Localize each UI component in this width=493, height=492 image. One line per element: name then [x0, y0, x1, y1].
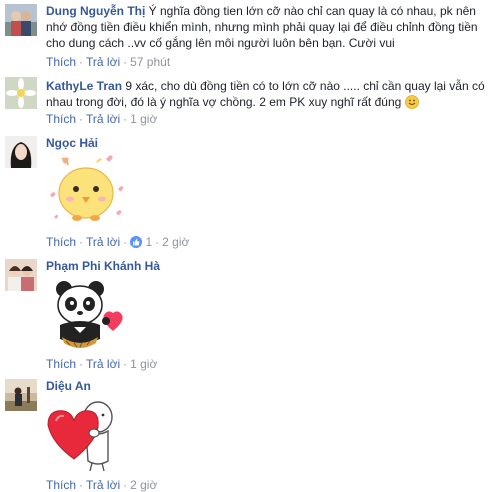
separator: · [123, 235, 128, 249]
comment-text-block: Ngọc Hải [46, 135, 486, 151]
comment-actions: Thích · Trả lời · 1 giờ [46, 357, 157, 371]
avatar[interactable] [5, 4, 37, 36]
comment-text-block: Phạm Phi Khánh Hà [46, 258, 486, 274]
heart-hug-sticker [46, 397, 118, 476]
comment-actions: Thích · Trả lời · 2 giờ [46, 478, 157, 492]
reply-link[interactable]: Trả lời [86, 478, 120, 492]
comment-timestamp[interactable]: 57 phút [130, 55, 170, 69]
chick-sticker [46, 153, 126, 232]
separator: · [79, 357, 84, 371]
avatar[interactable] [5, 259, 37, 291]
reply-link[interactable]: Trả lời [86, 235, 120, 249]
smile-emoji-icon [404, 95, 419, 109]
separator: · [123, 112, 128, 126]
reply-link[interactable]: Trả lời [86, 112, 120, 126]
like-link[interactable]: Thích [46, 357, 76, 371]
comment-timestamp[interactable]: 2 giờ [130, 478, 157, 492]
comment-author[interactable]: Diệu An [46, 379, 91, 393]
avatar[interactable] [5, 379, 37, 411]
avatar[interactable] [5, 136, 37, 168]
comment-text-block: Diệu An [46, 378, 486, 394]
comment-actions: Thích · Trả lời · 1 · 2 giờ [46, 235, 189, 249]
like-link[interactable]: Thích [46, 55, 76, 69]
comment-author[interactable]: Ngọc Hải [46, 136, 98, 150]
like-link[interactable]: Thích [46, 235, 76, 249]
comment-author[interactable]: KathyLe Tran [46, 79, 122, 93]
panda-sticker [46, 277, 130, 358]
comment-text-block: Dung Nguyễn Thị Ý nghĩa đồng tien lớn cỡ… [46, 3, 486, 51]
comment-author[interactable]: Phạm Phi Khánh Hà [46, 259, 160, 273]
comment-actions: Thích · Trả lời · 57 phút [46, 55, 170, 69]
separator: · [123, 357, 128, 371]
separator: · [79, 55, 84, 69]
comment-text-block: KathyLe Tran 9 xác, cho dù đồng tiền có … [46, 78, 486, 110]
separator: · [79, 478, 84, 492]
like-link[interactable]: Thích [46, 478, 76, 492]
comment-timestamp[interactable]: 1 giờ [130, 112, 157, 126]
separator: · [155, 235, 160, 249]
separator: · [123, 55, 128, 69]
avatar[interactable] [5, 77, 37, 109]
comment-timestamp[interactable]: 1 giờ [130, 357, 157, 371]
like-count[interactable]: 1 [145, 235, 152, 249]
separator: · [79, 112, 84, 126]
comment-timestamp[interactable]: 2 giờ [162, 235, 189, 249]
separator: · [123, 478, 128, 492]
reply-link[interactable]: Trả lời [86, 55, 120, 69]
like-link[interactable]: Thích [46, 112, 76, 126]
like-thumb-icon[interactable] [130, 236, 143, 248]
separator: · [79, 235, 84, 249]
reply-link[interactable]: Trả lời [86, 357, 120, 371]
comment-author[interactable]: Dung Nguyễn Thị [46, 4, 145, 18]
comment-actions: Thích · Trả lời · 1 giờ [46, 112, 157, 126]
